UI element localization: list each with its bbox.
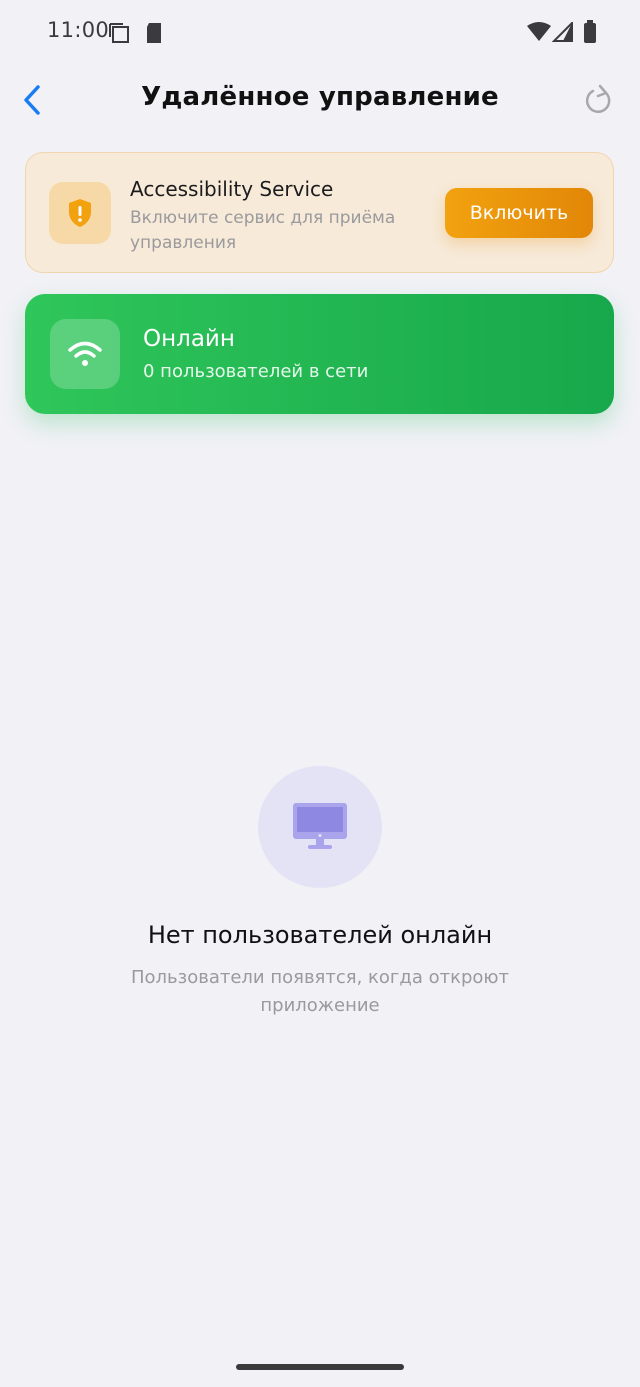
shield-icon-box bbox=[49, 182, 111, 244]
enable-button[interactable]: Включить bbox=[445, 188, 593, 238]
wifi-icon bbox=[68, 341, 102, 366]
online-status-card[interactable]: Онлайн 0 пользователей в сети bbox=[25, 294, 614, 414]
battery-icon bbox=[583, 20, 597, 48]
header: Удалённое управление bbox=[0, 64, 640, 134]
monitor-icon bbox=[293, 803, 347, 849]
status-time: 11:00 bbox=[47, 18, 110, 42]
wifi-status-icon bbox=[527, 22, 551, 46]
accessibility-card: Accessibility Service Включите сервис дл… bbox=[25, 152, 614, 273]
page-title: Удалённое управление bbox=[141, 82, 499, 112]
online-title: Онлайн bbox=[143, 326, 235, 352]
signal-icon bbox=[551, 20, 574, 46]
shield-alert-icon bbox=[69, 199, 91, 227]
empty-state-subtitle: Пользователи появятся, когда откроют при… bbox=[130, 967, 510, 1016]
refresh-icon bbox=[585, 84, 611, 113]
accessibility-subtitle: Включите сервис для приёма управления bbox=[130, 208, 396, 253]
sd-card-icon bbox=[145, 22, 163, 48]
screenshot-notification-icon bbox=[108, 22, 130, 48]
empty-state-icon-circle bbox=[258, 766, 382, 888]
home-indicator[interactable] bbox=[236, 1364, 404, 1370]
accessibility-title: Accessibility Service bbox=[130, 177, 334, 201]
status-bar: 11:00 bbox=[0, 0, 640, 64]
wifi-icon-box bbox=[50, 319, 120, 389]
empty-state-title: Нет пользователей онлайн bbox=[147, 921, 493, 949]
screen: 11:00 Удалённое управление Accessibility… bbox=[0, 0, 640, 1387]
refresh-button[interactable] bbox=[580, 82, 616, 118]
online-users-count: 0 пользователей в сети bbox=[143, 361, 369, 382]
